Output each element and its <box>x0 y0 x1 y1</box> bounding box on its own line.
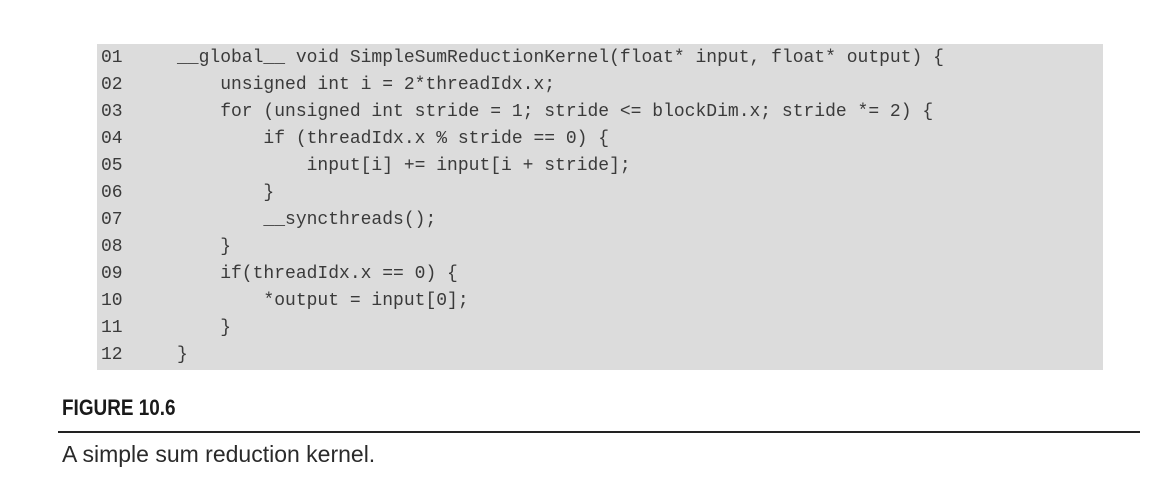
line-number: 11 <box>101 318 123 338</box>
figure-label: FIGURE 10.6 <box>62 395 176 420</box>
code-listing: 01 __global__ void SimpleSumReductionKer… <box>97 44 1103 370</box>
line-number: 03 <box>101 102 123 122</box>
line-number: 10 <box>101 291 123 311</box>
code-line: 07 __syncthreads(); <box>97 207 1103 234</box>
code-line: 09 if(threadIdx.x == 0) { <box>97 261 1103 288</box>
line-number: 02 <box>101 75 123 95</box>
code-text: *output = input[0]; <box>177 291 469 311</box>
code-line: 11 } <box>97 315 1103 342</box>
line-number: 05 <box>101 156 123 176</box>
code-text: unsigned int i = 2*threadIdx.x; <box>177 75 556 95</box>
code-text: } <box>177 345 188 365</box>
code-text: } <box>177 318 232 338</box>
code-line: 06 } <box>97 180 1103 207</box>
figure-caption: A simple sum reduction kernel. <box>62 441 376 467</box>
code-text: if(threadIdx.x == 0) { <box>177 264 458 284</box>
code-line: 08 } <box>97 234 1103 261</box>
code-text: __syncthreads(); <box>177 210 437 230</box>
code-line: 01 __global__ void SimpleSumReductionKer… <box>97 45 1103 72</box>
code-line: 03 for (unsigned int stride = 1; stride … <box>97 99 1103 126</box>
code-text: } <box>177 237 232 257</box>
line-number: 12 <box>101 345 123 365</box>
code-text: __global__ void SimpleSumReductionKernel… <box>177 48 944 68</box>
code-line: 12 } <box>97 342 1103 369</box>
code-text: } <box>177 183 275 203</box>
line-number: 06 <box>101 183 123 203</box>
line-number: 09 <box>101 264 123 284</box>
code-line: 04 if (threadIdx.x % stride == 0) { <box>97 126 1103 153</box>
code-line: 02 unsigned int i = 2*threadIdx.x; <box>97 72 1103 99</box>
line-number: 04 <box>101 129 123 149</box>
code-text: for (unsigned int stride = 1; stride <= … <box>177 102 934 122</box>
code-text: input[i] += input[i + stride]; <box>177 156 631 176</box>
figure-divider <box>58 431 1140 433</box>
line-number: 08 <box>101 237 123 257</box>
line-number: 01 <box>101 48 123 68</box>
code-line: 10 *output = input[0]; <box>97 288 1103 315</box>
line-number: 07 <box>101 210 123 230</box>
code-text: if (threadIdx.x % stride == 0) { <box>177 129 610 149</box>
code-line: 05 input[i] += input[i + stride]; <box>97 153 1103 180</box>
